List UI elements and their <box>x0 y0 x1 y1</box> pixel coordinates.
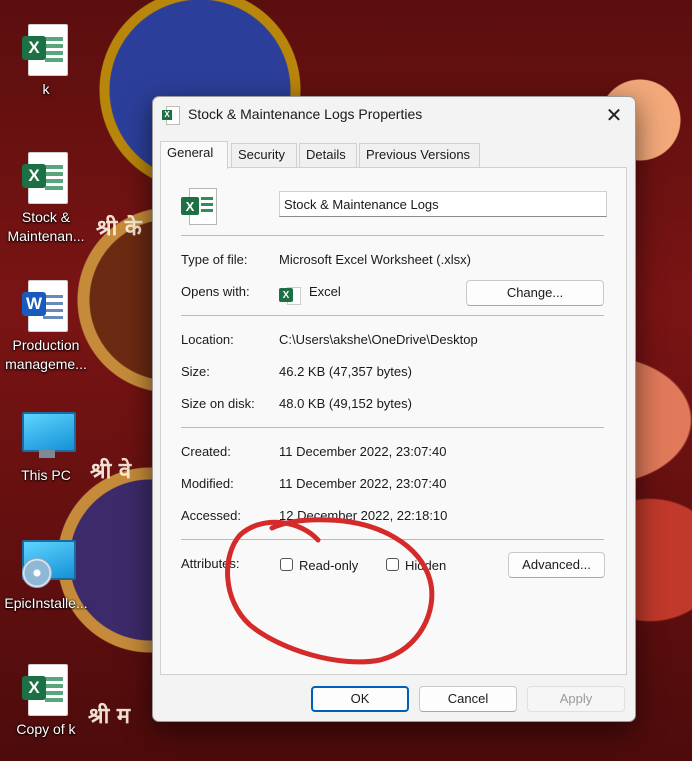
desktop-icon-label: Copy of k <box>16 721 76 737</box>
excel-app-icon: X <box>279 287 301 305</box>
desktop-icon-label: This PC <box>21 467 71 483</box>
cancel-button[interactable]: Cancel <box>419 686 517 712</box>
accessed-value: 12 December 2022, 22:18:10 <box>279 508 448 523</box>
hidden-checkbox[interactable] <box>386 558 399 571</box>
modified-value: 11 December 2022, 23:07:40 <box>279 476 447 491</box>
size-on-disk-label: Size on disk: <box>181 396 255 411</box>
apply-button[interactable]: Apply <box>527 686 625 712</box>
word-file-icon: W <box>22 278 70 334</box>
location-label: Location: <box>181 332 234 347</box>
created-label: Created: <box>181 444 231 459</box>
excel-file-icon: X <box>181 188 217 226</box>
type-of-file-label: Type of file: <box>181 252 248 267</box>
wallpaper-text: श्री म <box>88 704 131 729</box>
general-tab-panel: X Type of file: Microsoft Excel Workshee… <box>160 167 627 675</box>
type-of-file-value: Microsoft Excel Worksheet (.xlsx) <box>279 252 471 267</box>
divider <box>181 539 604 540</box>
desktop-icon-stock-maintenance[interactable]: X Stock & Maintenan... <box>0 150 92 246</box>
desktop-icon-label: Stock & Maintenan... <box>7 209 85 244</box>
read-only-label[interactable]: Read-only <box>299 558 358 573</box>
installer-icon <box>22 536 76 592</box>
desktop-icon-copy-of-k[interactable]: X Copy of k <box>0 662 92 739</box>
opens-with-label: Opens with: <box>181 284 250 299</box>
desktop-icon-production-management[interactable]: W Production manageme... <box>0 278 92 374</box>
tab-details[interactable]: Details <box>299 143 357 167</box>
accessed-label: Accessed: <box>181 508 241 523</box>
size-value: 46.2 KB (47,357 bytes) <box>279 364 412 379</box>
ok-button[interactable]: OK <box>311 686 409 712</box>
file-name-input[interactable] <box>279 191 607 217</box>
close-icon: ✕ <box>605 104 623 127</box>
excel-file-icon: X <box>22 150 70 206</box>
monitor-icon <box>22 408 76 464</box>
desktop-icon-this-pc[interactable]: This PC <box>0 408 92 485</box>
excel-file-icon: X <box>162 106 180 125</box>
title-bar[interactable]: X Stock & Maintenance Logs Properties ✕ <box>153 97 635 133</box>
dialog-title: Stock & Maintenance Logs Properties <box>188 106 423 122</box>
close-button[interactable]: ✕ <box>599 101 629 129</box>
read-only-checkbox[interactable] <box>280 558 293 571</box>
modified-label: Modified: <box>181 476 234 491</box>
location-value: C:\Users\akshe\OneDrive\Desktop <box>279 332 478 347</box>
created-value: 11 December 2022, 23:07:40 <box>279 444 447 459</box>
properties-dialog: X Stock & Maintenance Logs Properties ✕ … <box>152 96 636 722</box>
divider <box>181 427 604 428</box>
wallpaper-text: श्री के <box>96 216 142 241</box>
divider <box>181 235 604 236</box>
desktop-icon-k[interactable]: X k <box>0 22 92 99</box>
attributes-label: Attributes: <box>181 556 240 571</box>
tab-previous-versions[interactable]: Previous Versions <box>359 143 480 167</box>
tab-security[interactable]: Security <box>231 143 297 167</box>
desktop-icon-label: EpicInstalle... <box>4 595 88 611</box>
wallpaper-text: श्री वे <box>90 459 132 484</box>
desktop-icon-epic-installer[interactable]: EpicInstalle... <box>0 536 92 613</box>
desktop-icon-label: k <box>42 81 50 97</box>
excel-file-icon: X <box>22 22 70 78</box>
change-button[interactable]: Change... <box>466 280 604 306</box>
size-on-disk-value: 48.0 KB (49,152 bytes) <box>279 396 412 411</box>
opens-with-value: Excel <box>309 284 341 299</box>
hidden-label[interactable]: Hidden <box>405 558 446 573</box>
desktop-icon-label: Production manageme... <box>5 337 87 372</box>
tab-general[interactable]: General <box>160 141 228 169</box>
excel-file-icon: X <box>22 662 70 718</box>
size-label: Size: <box>181 364 210 379</box>
divider <box>181 315 604 316</box>
advanced-button[interactable]: Advanced... <box>508 552 605 578</box>
